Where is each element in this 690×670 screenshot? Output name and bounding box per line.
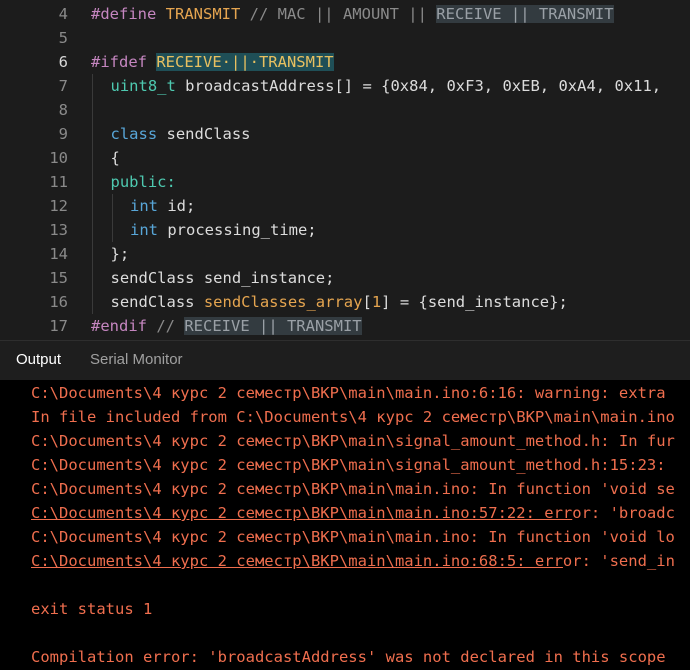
line-number: 16 (49, 293, 68, 311)
code-token: sendClass (157, 125, 251, 143)
code-token: , (595, 77, 615, 95)
code-line[interactable]: 5 (0, 26, 690, 50)
tab-output[interactable]: Output (16, 351, 61, 368)
line-number: 5 (58, 29, 68, 47)
code-token: 0xA4 (558, 77, 596, 95)
output-line: C:\Documents\4 курс 2 семестр\ВКР\main\m… (31, 528, 675, 546)
code-token: int (130, 221, 158, 239)
code-line[interactable]: 4 #define TRANSMIT // MAC || AMOUNT || RE… (0, 2, 690, 26)
line-number: 10 (49, 149, 68, 167)
code-text: }; (111, 242, 130, 266)
code-text: #endif // RECEIVE || TRANSMIT (91, 314, 362, 338)
output-line: C:\Documents\4 курс 2 семестр\ВКР\main\m… (31, 480, 675, 498)
line-number: 6 (58, 53, 68, 71)
code-text: sendClass send_instance; (111, 266, 335, 290)
line-number: 12 (49, 197, 68, 215)
tab-serial-monitor[interactable]: Serial Monitor (90, 351, 183, 368)
code-token: ] = {send_instance}; (381, 293, 568, 311)
code-token: sendClass send_instance; (110, 269, 335, 287)
code-token: 0x11 (614, 77, 652, 95)
code-token: 0xF3 (446, 77, 484, 95)
code-token: 1 (371, 293, 382, 311)
code-token: }; (110, 245, 130, 263)
code-text: int id; (130, 194, 195, 218)
line-number: 4 (58, 5, 68, 23)
error-location-link[interactable]: C:\Documents\4 курс 2 семестр\ВКР\main\m… (31, 552, 563, 570)
code-token: 0x84 (390, 77, 428, 95)
code-line[interactable]: 8 (0, 98, 690, 122)
output-line: exit status 1 (31, 600, 153, 618)
output-console[interactable]: C:\Documents\4 курс 2 семестр\ВКР\main\m… (0, 380, 690, 670)
code-token: RECEIVE·||·TRANSMIT (156, 53, 334, 71)
code-text: sendClass sendClasses_array[1] = {send_i… (111, 290, 568, 314)
code-token: broadcastAddress[] = { (175, 77, 391, 95)
code-line[interactable]: 13 int processing_time; (0, 218, 690, 242)
code-line[interactable]: 7 uint8_t broadcastAddress[] = {0x84, 0xF… (0, 74, 690, 98)
code-token: sendClass (110, 293, 204, 311)
code-line[interactable]: 9 class sendClass (0, 122, 690, 146)
code-line[interactable]: 6 #ifdef RECEIVE·||·TRANSMIT (0, 50, 690, 74)
code-text: int processing_time; (130, 218, 317, 242)
code-token: int (130, 197, 158, 215)
code-editor[interactable]: 4 #define TRANSMIT // MAC || AMOUNT || RE… (0, 0, 690, 340)
code-token: , (427, 77, 447, 95)
line-number: 13 (49, 221, 68, 239)
line-number: 7 (58, 77, 68, 95)
code-token: TRANSMIT (165, 5, 241, 23)
error-message: or: 'broadc (572, 504, 675, 522)
code-token: , (651, 77, 671, 95)
code-line[interactable]: 14}; (0, 242, 690, 266)
code-token: #ifdef (91, 53, 157, 71)
error-location-link[interactable]: C:\Documents\4 курс 2 семестр\ВКР\main\m… (31, 504, 572, 522)
code-line[interactable]: 10 { (0, 146, 690, 170)
code-line[interactable]: 17 #endif // RECEIVE || TRANSMIT (0, 314, 690, 338)
code-token: #endif (91, 317, 147, 335)
code-token: { (110, 149, 120, 167)
code-token: uint8_t (110, 77, 176, 95)
code-token: // (147, 317, 185, 335)
code-token: RECEIVE || TRANSMIT (436, 5, 614, 23)
output-line: C:\Documents\4 курс 2 семестр\ВКР\main\m… (31, 384, 666, 402)
code-token: , (483, 77, 503, 95)
code-token: RECEIVE || TRANSMIT (184, 317, 362, 335)
indent-guide (112, 194, 113, 242)
output-line: Compilation error: 'broadcastAddress' wa… (31, 648, 666, 666)
code-text: uint8_t broadcastAddress[] = {0x84, 0xF3… (111, 74, 671, 98)
code-token: public: (110, 173, 176, 191)
code-line[interactable]: 15 sendClass send_instance; (0, 266, 690, 290)
line-number: 17 (49, 317, 68, 335)
code-text: class sendClass (111, 122, 251, 146)
code-text: { (111, 146, 120, 170)
code-token: #define (91, 5, 166, 23)
code-token: processing_time; (158, 221, 317, 239)
code-token: sendClasses_array (203, 293, 363, 311)
code-token: class (110, 125, 158, 143)
output-line: C:\Documents\4 курс 2 семестр\ВКР\main\s… (31, 432, 675, 450)
panel-tab-bar: Output Serial Monitor (0, 340, 690, 381)
code-token: , (539, 77, 559, 95)
line-number: 14 (49, 245, 68, 263)
code-line[interactable]: 16 sendClass sendClasses_array[1] = {send… (0, 290, 690, 314)
output-line: In file included from C:\Documents\4 кур… (31, 408, 675, 426)
code-text: #define TRANSMIT // MAC || AMOUNT || REC… (91, 2, 614, 26)
output-line: C:\Documents\4 курс 2 семестр\ВКР\main\m… (31, 501, 675, 525)
code-text: public: (111, 170, 176, 194)
code-token: // MAC || AMOUNT || (240, 5, 437, 23)
line-number: 15 (49, 269, 68, 287)
code-token: id; (158, 197, 196, 215)
error-message: or: 'send_in (562, 552, 675, 570)
code-line[interactable]: 12 int id; (0, 194, 690, 218)
indent-guide (92, 74, 93, 314)
code-text: #ifdef RECEIVE·||·TRANSMIT (91, 50, 334, 74)
line-number: 11 (49, 173, 68, 191)
line-number: 9 (58, 125, 68, 143)
code-token: [ (362, 293, 372, 311)
line-number: 8 (58, 101, 68, 119)
output-line: C:\Documents\4 курс 2 семестр\ВКР\main\m… (31, 549, 675, 573)
output-line: C:\Documents\4 курс 2 семестр\ВКР\main\s… (31, 456, 666, 474)
code-line[interactable]: 11 public: (0, 170, 690, 194)
code-token: 0xEB (502, 77, 540, 95)
